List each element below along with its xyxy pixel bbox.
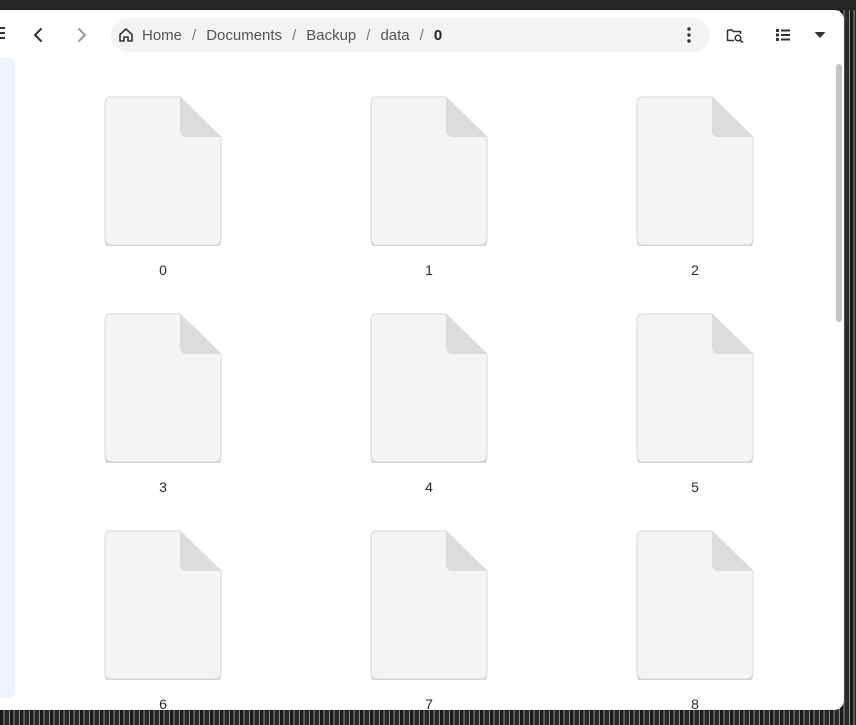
chevron-left-icon [34, 28, 42, 42]
header-bar: Home / Documents / Backup / data / 0 [0, 10, 844, 60]
path-menu-button[interactable] [678, 24, 700, 46]
file-icon [636, 96, 754, 246]
file-icon [104, 530, 222, 680]
chevron-right-icon [78, 28, 86, 42]
breadcrumb-home[interactable]: Home [138, 27, 186, 44]
breadcrumb-separator: / [292, 26, 297, 44]
file-name: 7 [425, 696, 433, 710]
file-name: 1 [425, 262, 433, 278]
forward-button[interactable] [68, 22, 94, 48]
breadcrumb-separator: / [192, 26, 197, 44]
desktop-top-bar [0, 0, 856, 10]
file-icon [104, 96, 222, 246]
file-icon [370, 313, 488, 463]
breadcrumb-data[interactable]: data [376, 27, 413, 44]
file-name: 8 [691, 696, 699, 710]
file-item[interactable]: 1 [330, 60, 488, 278]
file-icon [370, 96, 488, 246]
file-name: 6 [159, 696, 167, 710]
file-icon [104, 313, 222, 463]
file-item[interactable]: 3 [64, 277, 222, 495]
breadcrumb-current[interactable]: 0 [430, 27, 446, 44]
sidebar [0, 58, 15, 698]
file-item[interactable]: 0 [64, 60, 222, 278]
search-button[interactable] [722, 22, 748, 48]
file-name: 3 [159, 479, 167, 495]
file-item[interactable]: 5 [596, 277, 754, 495]
file-item[interactable]: 7 [330, 494, 488, 710]
back-button[interactable] [26, 22, 52, 48]
breadcrumb-separator: / [366, 26, 371, 44]
file-name: 5 [691, 479, 699, 495]
file-manager-window: Home / Documents / Backup / data / 0 0 1… [0, 10, 844, 710]
breadcrumb-backup[interactable]: Backup [302, 27, 360, 44]
breadcrumb-separator: / [419, 26, 424, 44]
file-name: 4 [425, 479, 433, 495]
breadcrumb: Home / Documents / Backup / data / 0 [111, 18, 710, 52]
list-view-icon [776, 29, 790, 41]
scrollbar[interactable] [836, 64, 842, 322]
view-toggle-button[interactable] [770, 22, 796, 48]
file-icon [370, 530, 488, 680]
sidebar-menu-icon[interactable] [0, 26, 5, 40]
file-grid: 0 1 2 3 4 5 6 7 8 [15, 60, 833, 710]
file-icon [636, 313, 754, 463]
file-name: 2 [691, 262, 699, 278]
file-icon [636, 530, 754, 680]
view-options-button[interactable] [807, 22, 833, 48]
file-name: 0 [159, 262, 167, 278]
breadcrumb-documents[interactable]: Documents [202, 27, 286, 44]
file-item[interactable]: 8 [596, 494, 754, 710]
folder-search-icon [726, 29, 744, 43]
home-icon[interactable] [118, 27, 134, 43]
kebab-menu-icon [687, 27, 691, 43]
file-item[interactable]: 2 [596, 60, 754, 278]
chevron-down-icon [814, 32, 826, 38]
file-item[interactable]: 4 [330, 277, 488, 495]
file-item[interactable]: 6 [64, 494, 222, 710]
